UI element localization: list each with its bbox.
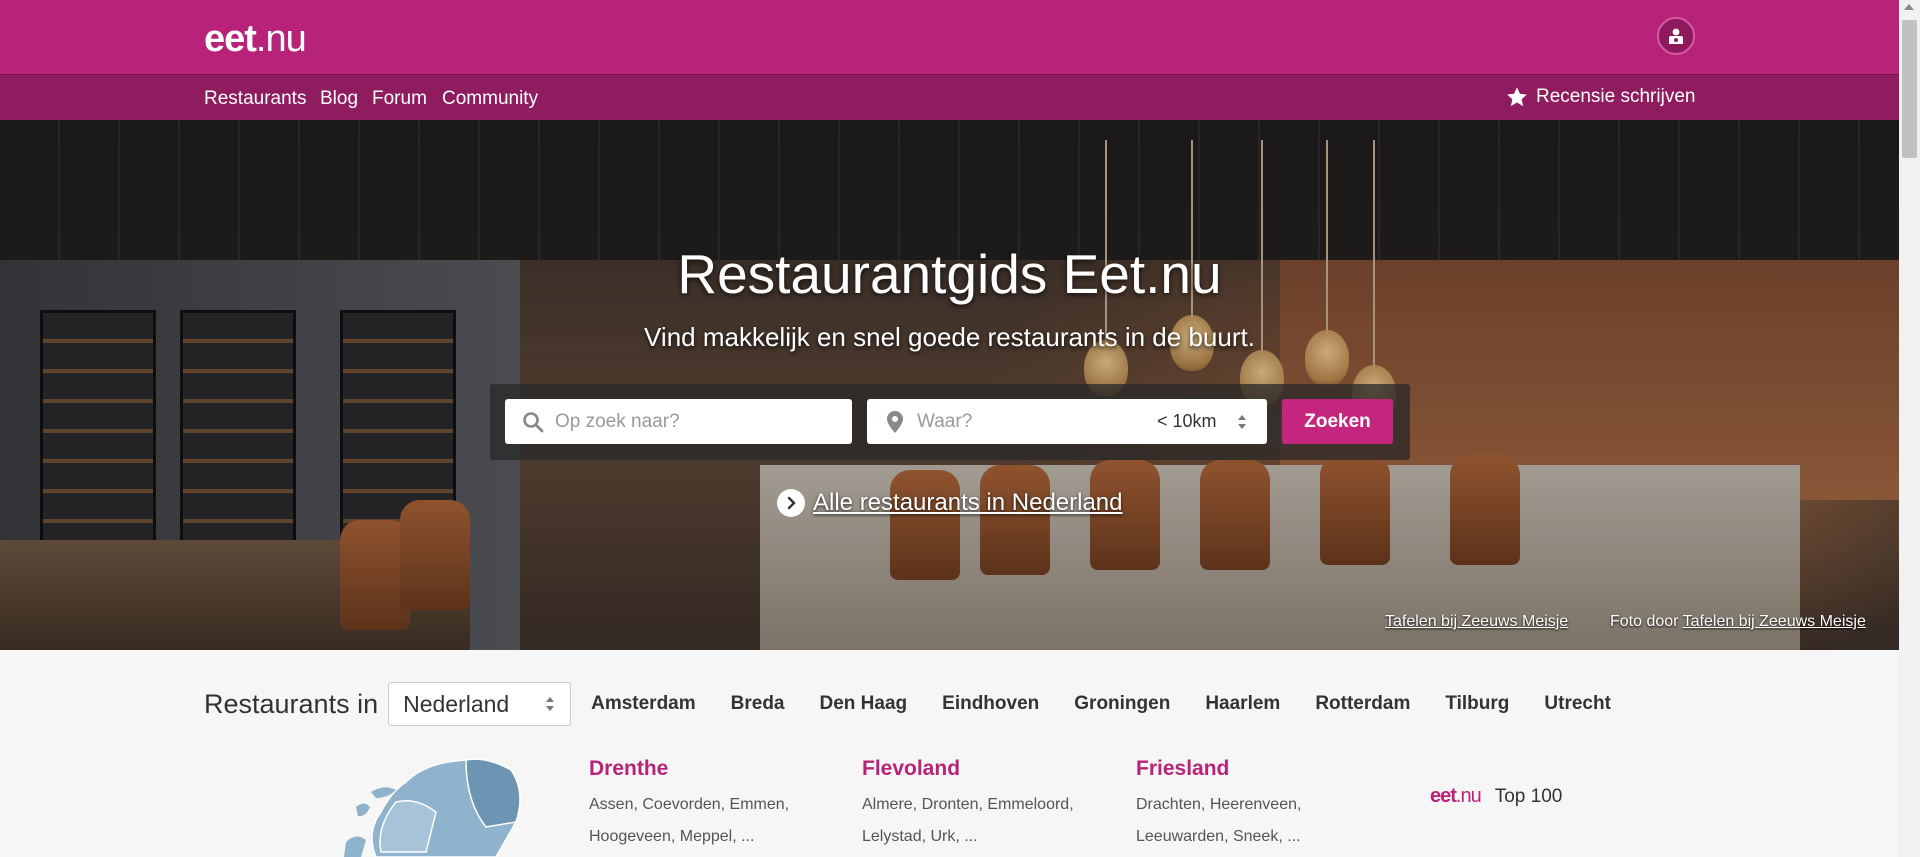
province-towns: Almere, Dronten, Emmeloord, Lelystad, Ur… (862, 796, 1074, 845)
search-icon (523, 411, 544, 432)
top100-label: Top 100 (1494, 785, 1563, 807)
city-link-haarlem[interactable]: Haarlem (1205, 693, 1280, 715)
all-restaurants-link[interactable]: Alle restaurants in Nederland (777, 489, 1123, 517)
page-scrollbar[interactable] (1899, 0, 1920, 857)
all-restaurants-label: Alle restaurants in Nederland (813, 489, 1123, 516)
city-link-rotterdam[interactable]: Rotterdam (1315, 693, 1410, 715)
user-icon (1669, 28, 1683, 44)
photo-credit-left-link[interactable]: Tafelen bij Zeeuws Meisje (1385, 613, 1568, 630)
city-link-amsterdam[interactable]: Amsterdam (591, 693, 696, 715)
city-link-groningen[interactable]: Groningen (1074, 693, 1170, 715)
main-nav: Restaurants Blog Forum Community Recensi… (0, 74, 1899, 121)
top100-logo-bold: eet (1430, 785, 1457, 807)
photo-credit-left[interactable]: Tafelen bij Zeeuws Meisje (1385, 613, 1568, 631)
scroll-up-arrow-icon[interactable] (1904, 4, 1914, 10)
chevron-right-icon (777, 489, 805, 517)
photo-credit-prefix: Foto door (1610, 613, 1679, 630)
top100-logo-suffix: .nu (1455, 785, 1482, 807)
province-drenthe: Drenthe Assen, Coevorden, Emmen, Hoogeve… (589, 757, 819, 853)
city-link-utrecht[interactable]: Utrecht (1544, 693, 1611, 715)
logo-text-suffix: .nu (255, 18, 307, 60)
city-link-breda[interactable]: Breda (731, 693, 785, 715)
province-friesland: Friesland Drachten, Heerenveen, Leeuward… (1136, 757, 1366, 853)
cities-label: Restaurants in (204, 688, 379, 719)
scrollbar-thumb[interactable] (1902, 20, 1917, 158)
city-link-eindhoven[interactable]: Eindhoven (942, 693, 1039, 715)
where-search-placeholder: Waar? (917, 410, 973, 432)
star-icon (1507, 87, 1527, 107)
province-towns: Drachten, Heerenveen, Leeuwarden, Sneek,… (1136, 796, 1302, 845)
province-name[interactable]: Friesland (1136, 757, 1366, 781)
write-review-label: Recensie schrijven (1536, 86, 1696, 107)
nav-restaurants[interactable]: Restaurants (204, 88, 306, 110)
province-name[interactable]: Drenthe (589, 757, 819, 781)
city-link-den-haag[interactable]: Den Haag (820, 693, 908, 715)
country-select-value: Nederland (403, 690, 510, 717)
photo-credit: Foto door Tafelen bij Zeeuws Meisje (1610, 613, 1866, 631)
hero-title: Restaurantgids Eet.nu (677, 243, 1222, 305)
radius-value: < 10km (1157, 411, 1217, 431)
location-pin-icon (887, 410, 903, 433)
hero-subtitle: Vind makkelijk en snel goede restaurants… (644, 322, 1255, 352)
country-select[interactable]: Nederland (388, 682, 572, 726)
hero-banner: Restaurantgids Eet.nu Vind makkelijk en … (0, 120, 1899, 650)
top100-link[interactable]: eet.nu Top 100 (1430, 785, 1562, 808)
province-name[interactable]: Flevoland (862, 757, 1092, 781)
what-search-placeholder: Op zoek naar? (555, 410, 680, 432)
nav-community[interactable]: Community (442, 88, 538, 110)
city-link-tilburg[interactable]: Tilburg (1445, 693, 1509, 715)
top100-logo: eet.nu (1430, 785, 1482, 808)
updown-arrows-icon (1237, 415, 1246, 430)
user-account-button[interactable] (1657, 17, 1695, 55)
photo-credit-link[interactable]: Tafelen bij Zeeuws Meisje (1683, 613, 1866, 630)
what-search-input[interactable]: Op zoek naar? (505, 399, 852, 444)
logo-text-bold: eet (204, 18, 257, 60)
nav-forum[interactable]: Forum (372, 88, 427, 110)
netherlands-map[interactable] (336, 752, 556, 857)
province-towns: Assen, Coevorden, Emmen, Hoogeveen, Mepp… (589, 796, 790, 845)
nav-blog[interactable]: Blog (320, 88, 358, 110)
radius-select[interactable]: < 10km (1157, 411, 1248, 432)
search-submit-button[interactable]: Zoeken (1282, 399, 1393, 444)
write-review-link[interactable]: Recensie schrijven (1506, 86, 1695, 108)
site-logo[interactable]: eet.nu (204, 18, 307, 61)
updown-arrows-icon (546, 697, 555, 711)
top-bar: eet.nu (0, 0, 1899, 74)
cities-bar: Restaurants in Nederland Amsterdam Breda… (204, 680, 1704, 728)
province-flevoland: Flevoland Almere, Dronten, Emmeloord, Le… (862, 757, 1092, 853)
